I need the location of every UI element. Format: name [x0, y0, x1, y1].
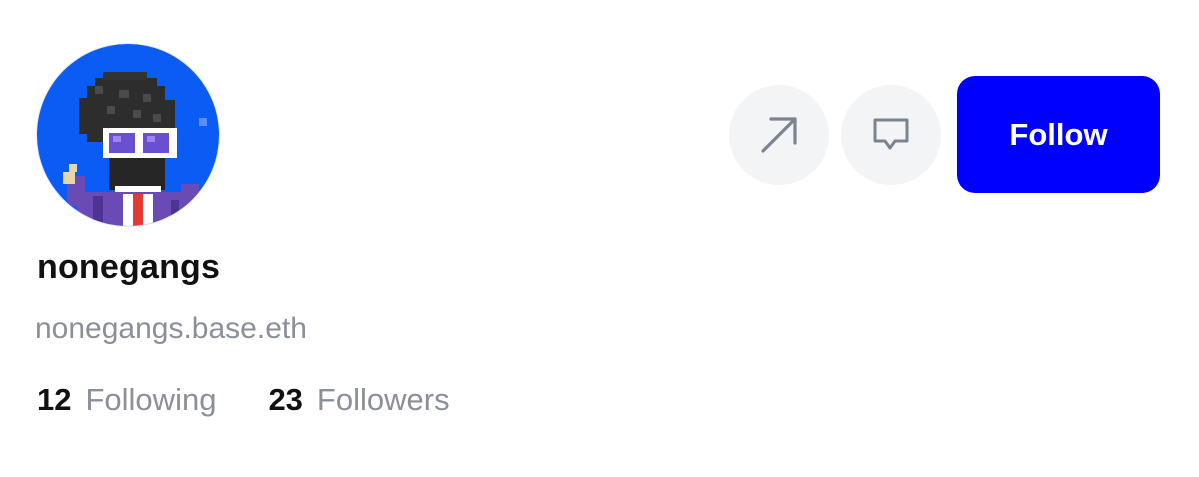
following-label: Following	[85, 382, 217, 417]
share-profile-button[interactable]	[729, 84, 829, 185]
followers-label: Followers	[316, 382, 450, 417]
chat-bubble-icon	[873, 118, 909, 149]
avatar[interactable]	[37, 44, 219, 226]
profile-actions: Follow	[729, 76, 1160, 193]
follow-button[interactable]: Follow	[957, 76, 1160, 193]
message-button[interactable]	[841, 84, 941, 185]
following-count: 12	[37, 382, 72, 417]
followers-stat[interactable]: 23 Followers	[268, 382, 449, 418]
profile-handle: nonegangs.base.eth	[35, 312, 307, 345]
following-stat[interactable]: 12 Following	[37, 382, 216, 418]
profile-stats: 12 Following 23 Followers	[37, 382, 450, 418]
followers-count: 23	[268, 382, 303, 417]
profile-header: Follow nonegangs nonegangs.base.eth 12 F…	[0, 0, 1199, 477]
display-name: nonegangs	[37, 248, 221, 286]
pixel-art-avatar-icon	[37, 44, 219, 226]
arrow-up-right-icon	[761, 116, 797, 153]
